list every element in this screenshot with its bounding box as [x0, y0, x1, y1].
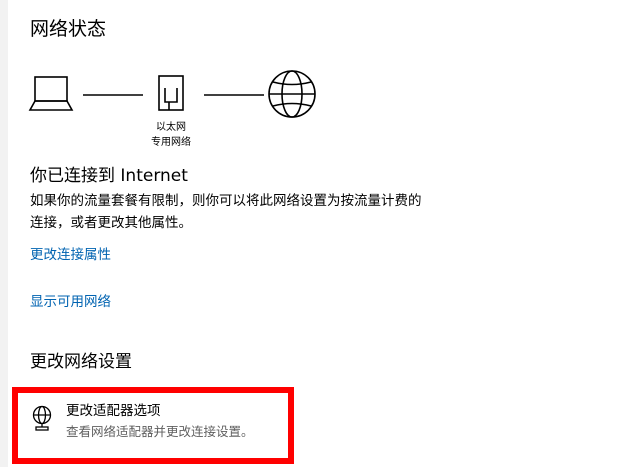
change-connection-properties-link[interactable]: 更改连接属性	[30, 245, 111, 265]
change-adapter-options-item[interactable]: 更改适配器选项 查看网络适配器并更改连接设置。	[30, 402, 280, 448]
page-title: 网络状态	[30, 18, 107, 40]
globe-adapter-icon	[32, 405, 52, 431]
connection-status-heading: 你已连接到 Internet	[30, 166, 188, 186]
network-diagram: 以太网 专用网络	[28, 70, 316, 148]
ethernet-port-icon	[158, 75, 184, 111]
show-available-networks-link[interactable]: 显示可用网络	[30, 292, 111, 312]
network-name-label: 专用网络	[151, 135, 191, 148]
globe-icon	[268, 70, 316, 118]
laptop-icon	[28, 76, 74, 111]
adapter-name-label: 以太网	[156, 120, 186, 133]
change-network-settings-heading: 更改网络设置	[30, 352, 132, 372]
connection-status-description: 如果你的流量套餐有限制，则你可以将此网络设置为按流量计费的连接，或者更改其他属性…	[30, 193, 422, 231]
left-strip	[0, 0, 8, 467]
adapter-options-description: 查看网络适配器并更改连接设置。	[66, 424, 254, 439]
adapter-options-title: 更改适配器选项	[66, 403, 161, 419]
